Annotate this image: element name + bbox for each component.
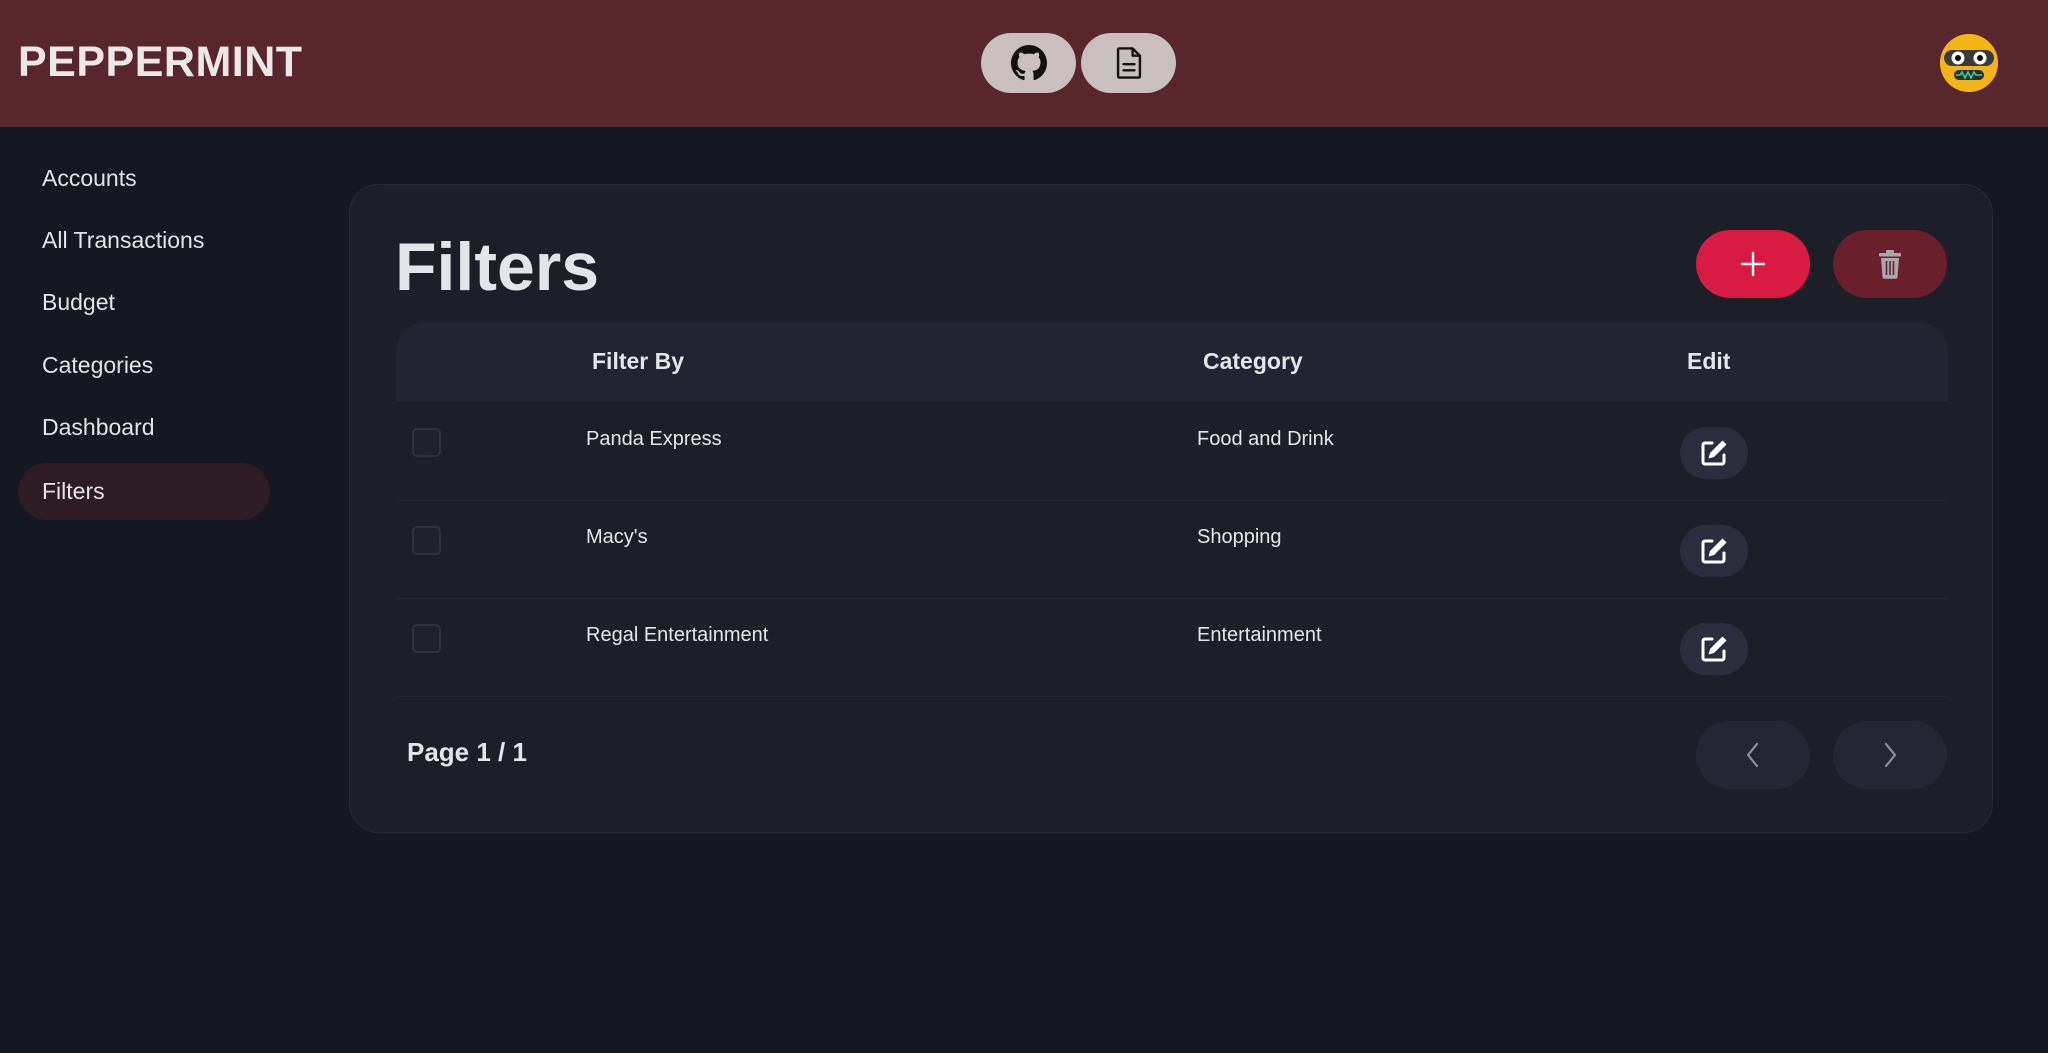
column-header-edit: Edit: [1687, 348, 1731, 374]
table-row: Macy's Shopping: [396, 501, 1948, 599]
plus-icon: [1740, 251, 1766, 277]
chevron-right-icon: [1884, 742, 1897, 768]
sidebar-item-budget[interactable]: Budget: [18, 274, 270, 331]
filter-by-cell: Panda Express: [586, 428, 722, 450]
sidebar-item-all-transactions[interactable]: All Transactions: [18, 212, 270, 269]
docs-button[interactable]: [1081, 33, 1176, 93]
github-button[interactable]: [981, 33, 1076, 93]
chevron-left-icon: [1746, 742, 1759, 768]
table-row: Regal Entertainment Entertainment: [396, 599, 1948, 697]
sidebar-item-dashboard[interactable]: Dashboard: [18, 399, 270, 456]
column-header-filter-by[interactable]: Filter By: [592, 348, 684, 375]
edit-button[interactable]: [1680, 623, 1748, 675]
table-row: Panda Express Food and Drink: [396, 403, 1948, 501]
add-filter-button[interactable]: [1696, 230, 1810, 298]
page-title: Filters: [395, 229, 600, 305]
app-brand[interactable]: PEPPERMINT: [18, 38, 303, 87]
edit-icon: [1701, 538, 1727, 564]
trash-icon: [1879, 250, 1901, 279]
sidebar-item-filters[interactable]: Filters: [18, 463, 270, 520]
edit-icon: [1701, 636, 1727, 662]
robot-face-icon: [1940, 34, 1998, 92]
top-bar: PEPPERMINT: [0, 0, 2048, 127]
sidebar-nav: Accounts All Transactions Budget Categor…: [0, 127, 290, 1053]
edit-button[interactable]: [1680, 427, 1748, 479]
sidebar-item-accounts[interactable]: Accounts: [18, 150, 270, 207]
filter-by-cell: Regal Entertainment: [586, 624, 769, 646]
filter-by-cell: Macy's: [586, 526, 648, 548]
delete-filter-button[interactable]: [1833, 230, 1947, 298]
column-header-category[interactable]: Category: [1203, 348, 1303, 375]
page-indicator: Page 1 / 1: [407, 737, 527, 767]
category-cell: Entertainment: [1197, 624, 1322, 646]
previous-page-button[interactable]: [1696, 721, 1810, 789]
user-avatar[interactable]: [1940, 34, 1998, 92]
row-checkbox[interactable]: [412, 428, 441, 457]
next-page-button[interactable]: [1833, 721, 1947, 789]
edit-button[interactable]: [1680, 525, 1748, 577]
row-checkbox[interactable]: [412, 624, 441, 653]
category-cell: Food and Drink: [1197, 428, 1334, 450]
edit-icon: [1701, 440, 1727, 466]
category-cell: Shopping: [1197, 526, 1282, 548]
table-header: Filter By Category Edit: [396, 322, 1948, 403]
document-icon: [1116, 47, 1141, 79]
github-icon: [1010, 45, 1047, 81]
sidebar-item-categories[interactable]: Categories: [18, 337, 270, 394]
filters-card: Filters Filter By Category Edit Panda Ex…: [349, 184, 1993, 833]
row-checkbox[interactable]: [412, 526, 441, 555]
filters-table: Filter By Category Edit Panda Express Fo…: [396, 322, 1948, 697]
